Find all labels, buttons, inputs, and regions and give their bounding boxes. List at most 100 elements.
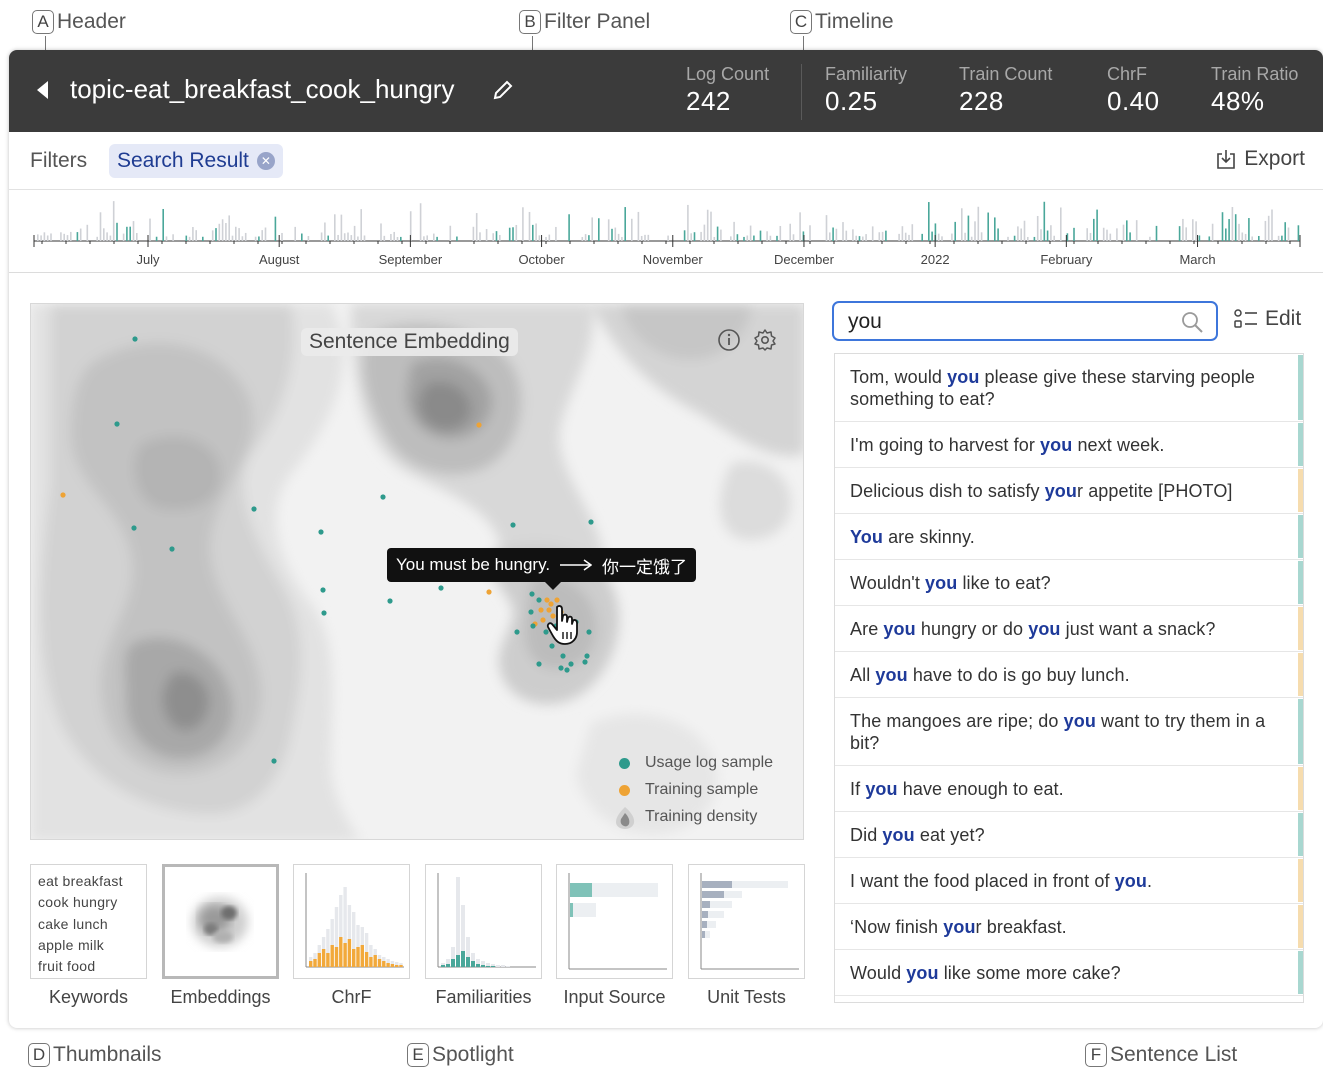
usage-log-point[interactable] (132, 336, 138, 342)
timeline-bar (1106, 229, 1108, 241)
search-highlight: you (1044, 481, 1077, 501)
training-point[interactable] (60, 492, 66, 498)
familiarity-bar-log (461, 951, 465, 967)
usage-log-point[interactable] (510, 522, 516, 528)
thumbnail-keywords[interactable]: eat breakfast cook hungry cake lunch app… (30, 864, 147, 979)
thumbnail-input-source[interactable] (556, 864, 673, 979)
sentence-row[interactable]: You are skinny. (835, 514, 1303, 560)
sentence-row[interactable]: Tom, would you please give these starvin… (835, 354, 1303, 422)
usage-log-point[interactable] (564, 667, 570, 673)
timeline-bar (122, 233, 125, 241)
usage-log-point[interactable] (514, 629, 520, 635)
edit-button[interactable]: Edit (1233, 307, 1301, 331)
timeline-bar (858, 236, 861, 241)
timeline-bar (693, 232, 696, 241)
sentence-row[interactable]: I'm going to harvest for you next week. (835, 422, 1303, 468)
topic-title: topic-eat_breakfast_cook_hungry (70, 74, 455, 104)
search-icon[interactable] (1180, 310, 1204, 334)
header-bar: topic-eat_breakfast_cook_hungry Log Coun… (9, 50, 1323, 132)
timeline-month-label: August (258, 252, 300, 267)
sentence-row[interactable]: The mangoes are ripe; do you want to try… (835, 698, 1303, 766)
embeddings-thumbnail-image (192, 897, 248, 947)
timeline-bar (499, 234, 501, 241)
timeline-bar (1036, 215, 1039, 241)
timeline-bar (792, 234, 795, 241)
timeline[interactable]: July August September October November Decemb… (9, 191, 1323, 273)
training-point[interactable] (544, 597, 550, 603)
usage-log-point[interactable] (169, 546, 175, 552)
usage-log-point[interactable] (528, 609, 534, 615)
familiarity-bar-log (476, 964, 480, 967)
usage-log-point[interactable] (530, 623, 536, 629)
usage-log-indicator (1298, 951, 1303, 994)
timeline-bar (825, 215, 828, 241)
timeline-bar (779, 225, 782, 241)
usage-log-point[interactable] (131, 525, 137, 531)
timeline-bar (508, 227, 511, 241)
training-indicator (1298, 607, 1303, 650)
thumbnail-chrf[interactable] (293, 864, 410, 979)
search-input[interactable] (848, 310, 1168, 334)
info-icon[interactable] (717, 328, 741, 352)
sentence-row[interactable]: Are you hungry or do you just want a sna… (835, 606, 1303, 652)
timeline-bar (324, 222, 326, 241)
sentence-list[interactable]: Tom, would you please give these starvin… (834, 353, 1304, 1003)
spotlight-panel[interactable]: Sentence Embedding You must be hungry. 你… (30, 303, 804, 840)
usage-log-point[interactable] (536, 661, 542, 667)
timeline-bar (390, 234, 392, 241)
pencil-icon[interactable] (491, 78, 515, 102)
usage-log-point[interactable] (536, 597, 542, 603)
sentence-row[interactable]: I want the food placed in front of you. (835, 858, 1303, 904)
sentence-row[interactable]: Did you eat yet? (835, 812, 1303, 858)
sentence-row[interactable]: Wouldn't you like to eat? (835, 560, 1303, 606)
edit-label: Edit (1265, 307, 1302, 330)
search-box[interactable] (832, 301, 1218, 341)
usage-log-point[interactable] (558, 665, 564, 671)
thumbnail-embeddings[interactable] (162, 864, 279, 979)
sentence-row[interactable]: ‘Now finish your breakfast. (835, 904, 1303, 950)
checklist-icon (1234, 309, 1257, 328)
usage-log-point[interactable] (586, 629, 592, 635)
usage-log-point[interactable] (560, 653, 566, 659)
training-indicator (1298, 653, 1303, 696)
usage-log-point[interactable] (387, 598, 393, 604)
timeline-bar (1043, 201, 1046, 241)
sentence-row[interactable]: Would you like some more cake? (835, 950, 1303, 996)
usage-log-point[interactable] (529, 591, 535, 597)
usage-log-point[interactable] (321, 610, 327, 616)
gear-icon[interactable] (753, 328, 777, 352)
sentence-row[interactable]: All you have to do is go buy lunch. (835, 652, 1303, 698)
sentence-row[interactable]: Delicious dish to satisfy your appetite … (835, 468, 1303, 514)
training-point[interactable] (538, 607, 544, 613)
usage-log-point[interactable] (380, 494, 386, 500)
usage-log-point[interactable] (584, 653, 590, 659)
usage-log-point[interactable] (114, 421, 120, 427)
training-point[interactable] (486, 589, 492, 595)
sentence-row[interactable]: If you have enough to eat. (835, 766, 1303, 812)
usage-log-point[interactable] (588, 519, 594, 525)
usage-log-point[interactable] (438, 585, 444, 591)
export-button[interactable]: Export (1215, 147, 1305, 171)
chrf-bar-train (321, 949, 326, 967)
thumbnail-unit-tests[interactable] (688, 864, 805, 979)
training-point[interactable] (554, 597, 560, 603)
training-point[interactable] (476, 422, 482, 428)
close-icon[interactable]: ✕ (256, 152, 275, 170)
filter-chip-search-result[interactable]: Search Result ✕ (109, 144, 283, 178)
back-icon[interactable] (37, 81, 48, 99)
timeline-bar (954, 221, 956, 241)
thumbnail-familiarities[interactable] (425, 864, 542, 979)
usage-log-point[interactable] (582, 659, 588, 665)
timeline-bar (690, 233, 692, 241)
timeline-bar (261, 230, 263, 241)
usage-log-point[interactable] (251, 506, 257, 512)
timeline-month-label: 2022 (920, 252, 950, 267)
legend-usage-log: Usage log sample (613, 749, 773, 776)
chrf-bar-train (399, 965, 403, 967)
usage-log-point[interactable] (271, 758, 277, 764)
timeline-bar (479, 232, 481, 241)
timeline-bar (832, 227, 834, 241)
usage-log-point[interactable] (320, 587, 326, 593)
usage-log-point[interactable] (568, 661, 574, 667)
usage-log-point[interactable] (318, 529, 324, 535)
